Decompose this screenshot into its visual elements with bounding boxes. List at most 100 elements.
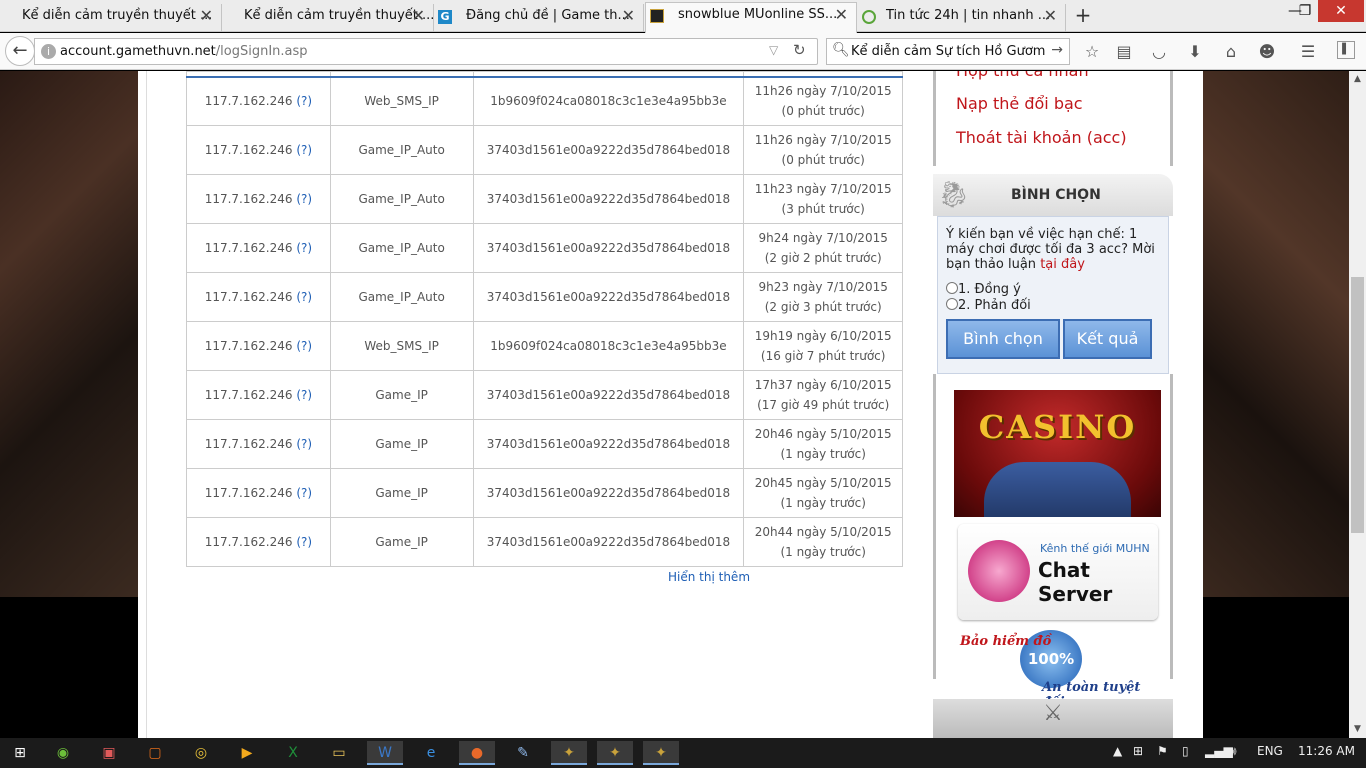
internet-explorer-icon[interactable]: e — [413, 741, 449, 765]
close-tab-icon[interactable]: ✕ — [412, 4, 425, 28]
tray-arrow-icon[interactable]: ▲ — [1113, 744, 1122, 758]
app-green-icon[interactable]: ◉ — [45, 741, 81, 765]
downloads-icon[interactable]: ⬇ — [1184, 41, 1206, 63]
url-text: account.gamethuvn.net/logSignIn.asp — [60, 44, 308, 59]
vertical-scrollbar[interactable]: ▲ ▼ — [1349, 71, 1366, 738]
close-tab-icon[interactable]: ✕ — [200, 4, 213, 28]
pocket-icon[interactable]: ◡ — [1148, 41, 1170, 63]
language-indicator[interactable]: ENG — [1257, 744, 1283, 758]
poll-option-disagree[interactable]: 2. Phản đối — [946, 298, 1031, 313]
ip-help-link[interactable]: (?) — [296, 94, 312, 108]
tab-1[interactable]: Kể diễn cảm truyền thuyết ... ✕ — [0, 4, 222, 32]
timestamp-cell: 11h23 ngày 7/10/2015 (3 phút trước) — [743, 174, 903, 224]
scrollbar-thumb[interactable] — [1351, 277, 1364, 533]
battery-icon[interactable]: ▯ — [1182, 744, 1189, 758]
menu-link-inbox[interactable]: Hộp thư cá nhân — [956, 71, 1089, 80]
windows-tray-icon[interactable]: ⊞ — [1133, 744, 1143, 758]
ip-help-link[interactable]: (?) — [296, 437, 312, 451]
app-tool-icon[interactable]: ▣ — [91, 741, 127, 765]
ip-help-link[interactable]: (?) — [296, 339, 312, 353]
table-row: 117.7.162.246 (?) Game_IP_Auto 37403d1561e… — [186, 174, 903, 224]
reading-list-icon[interactable]: ▤ — [1113, 41, 1135, 63]
login-type-cell: Web_SMS_IP — [329, 76, 474, 126]
time-ago: (2 giờ 2 phút trước) — [764, 251, 882, 265]
home-icon[interactable]: ⌂ — [1220, 41, 1242, 63]
close-tab-icon[interactable]: ✕ — [835, 3, 848, 27]
time-ago: (17 giờ 49 phút trước) — [757, 398, 890, 412]
clock[interactable]: 11:26 AM — [1298, 744, 1355, 758]
search-input[interactable]: Kể diễn cảm Sự tích Hồ Gươm — [851, 44, 1045, 59]
ip-help-link[interactable]: (?) — [296, 388, 312, 402]
tab-label: Tin tức 24h | tin nhanh ... — [886, 8, 1051, 23]
word-icon[interactable]: W — [367, 741, 403, 765]
results-button[interactable]: Kết quả — [1063, 319, 1152, 359]
poll-box: Ý kiến bạn về việc hạn chế: 1 máy chơi đ… — [937, 216, 1169, 374]
app-paint-icon[interactable]: ✎ — [505, 741, 541, 765]
chat-server-banner[interactable]: Kênh thế giới MUHN Chat Server — [958, 524, 1158, 620]
discuss-link[interactable]: tại đây — [1040, 257, 1085, 272]
start-icon[interactable]: ⊞ — [2, 741, 38, 765]
ip-help-link[interactable]: (?) — [296, 535, 312, 549]
timestamp-cell: 19h19 ngày 6/10/2015 (16 giờ 7 phút trước… — [743, 321, 903, 371]
file-explorer-icon[interactable]: ▭ — [321, 741, 357, 765]
sidebar-toggle-icon[interactable]: ▌ — [1337, 41, 1355, 59]
volume-icon[interactable]: 🔊︎ — [1229, 744, 1237, 759]
tab-5[interactable]: Tin tức 24h | tin nhanh ... ✕ — [858, 4, 1066, 32]
menu-link-logout[interactable]: Thoát tài khoản (acc) — [956, 128, 1127, 147]
url-bar[interactable]: i account.gamethuvn.net/logSignIn.asp ▽ … — [34, 38, 818, 65]
bookmark-star-icon[interactable]: ☆ — [1081, 41, 1103, 63]
search-go-icon[interactable]: → — [1051, 42, 1063, 58]
show-more-link[interactable]: Hiển thị thêm — [668, 570, 750, 584]
ip-help-link[interactable]: (?) — [296, 143, 312, 157]
chat-icon[interactable]: ☻ — [1256, 41, 1278, 63]
close-tab-icon[interactable]: ✕ — [1044, 4, 1057, 28]
scroll-up-icon[interactable]: ▲ — [1349, 71, 1366, 88]
close-window-button[interactable]: ✕ — [1318, 0, 1364, 22]
back-button[interactable]: ← — [5, 36, 35, 66]
excel-icon[interactable]: X — [275, 741, 311, 765]
ip-address: 117.7.162.246 — [204, 290, 293, 304]
mu-game-2-icon[interactable]: ✦ — [597, 741, 633, 765]
close-tab-icon[interactable]: ✕ — [622, 4, 635, 28]
new-tab-button[interactable]: + — [1072, 4, 1094, 28]
ip-help-link[interactable]: (?) — [296, 241, 312, 255]
casino-label: CASINO — [978, 408, 1137, 446]
firefox-icon[interactable]: ● — [459, 741, 495, 765]
reload-icon[interactable]: ↻ — [793, 41, 806, 59]
tab-label: Đăng chủ đề | Game th... — [466, 8, 630, 23]
vote-button[interactable]: Bình chọn — [946, 319, 1060, 359]
ip-help-link[interactable]: (?) — [296, 486, 312, 500]
time-ago: (3 phút trước) — [781, 202, 865, 216]
flag-icon[interactable]: ⚑ — [1157, 744, 1168, 758]
media-player-icon[interactable]: ▶ — [229, 741, 265, 765]
timestamp: 11h26 ngày 7/10/2015 — [754, 133, 892, 147]
menu-icon[interactable]: ☰ — [1297, 41, 1319, 63]
session-hash-cell: 37403d1561e00a9222d35d7864bed018 — [472, 174, 745, 224]
session-hash-cell: 37403d1561e00a9222d35d7864bed018 — [472, 272, 745, 322]
mu-game-1-icon[interactable]: ✦ — [551, 741, 587, 765]
site-info-icon[interactable]: i — [41, 44, 56, 59]
ip-cell: 117.7.162.246 (?) — [186, 223, 331, 273]
radio-disagree[interactable] — [946, 298, 958, 310]
ip-help-link[interactable]: (?) — [296, 192, 312, 206]
tab-4-active[interactable]: snowblue MUonline SS... ✕ — [645, 2, 857, 33]
casino-banner[interactable]: CASINO — [954, 390, 1161, 517]
scroll-down-icon[interactable]: ▼ — [1349, 721, 1366, 738]
app-office-icon[interactable]: ▢ — [137, 741, 173, 765]
chrome-icon[interactable]: ◎ — [183, 741, 219, 765]
ip-help-link[interactable]: (?) — [296, 290, 312, 304]
menu-link-topup[interactable]: Nạp thẻ đổi bạc — [956, 94, 1083, 113]
mu-game-3-icon[interactable]: ✦ — [643, 741, 679, 765]
tab-2[interactable]: Kể diễn cảm truyền thuyết ... ✕ — [222, 4, 434, 32]
timestamp: 9h24 ngày 7/10/2015 — [758, 231, 888, 245]
history-dropdown-icon[interactable]: ▽ — [769, 43, 778, 57]
ip-cell: 117.7.162.246 (?) — [186, 125, 331, 175]
search-bar[interactable]: 🔍︎ Kể diễn cảm Sự tích Hồ Gươm → — [826, 38, 1070, 65]
poll-option-agree[interactable]: 1. Đồng ý — [946, 282, 1021, 297]
poll-title: BÌNH CHỌN — [1011, 187, 1101, 203]
tab-3[interactable]: G Đăng chủ đề | Game th... ✕ — [434, 4, 644, 32]
news-favicon-icon — [862, 10, 876, 24]
insurance-banner[interactable]: 100% Bảo hiểm đồ An toàn tuyệt đối — [958, 630, 1158, 710]
radio-agree[interactable] — [946, 282, 958, 294]
time-ago: (2 giờ 3 phút trước) — [764, 300, 882, 314]
